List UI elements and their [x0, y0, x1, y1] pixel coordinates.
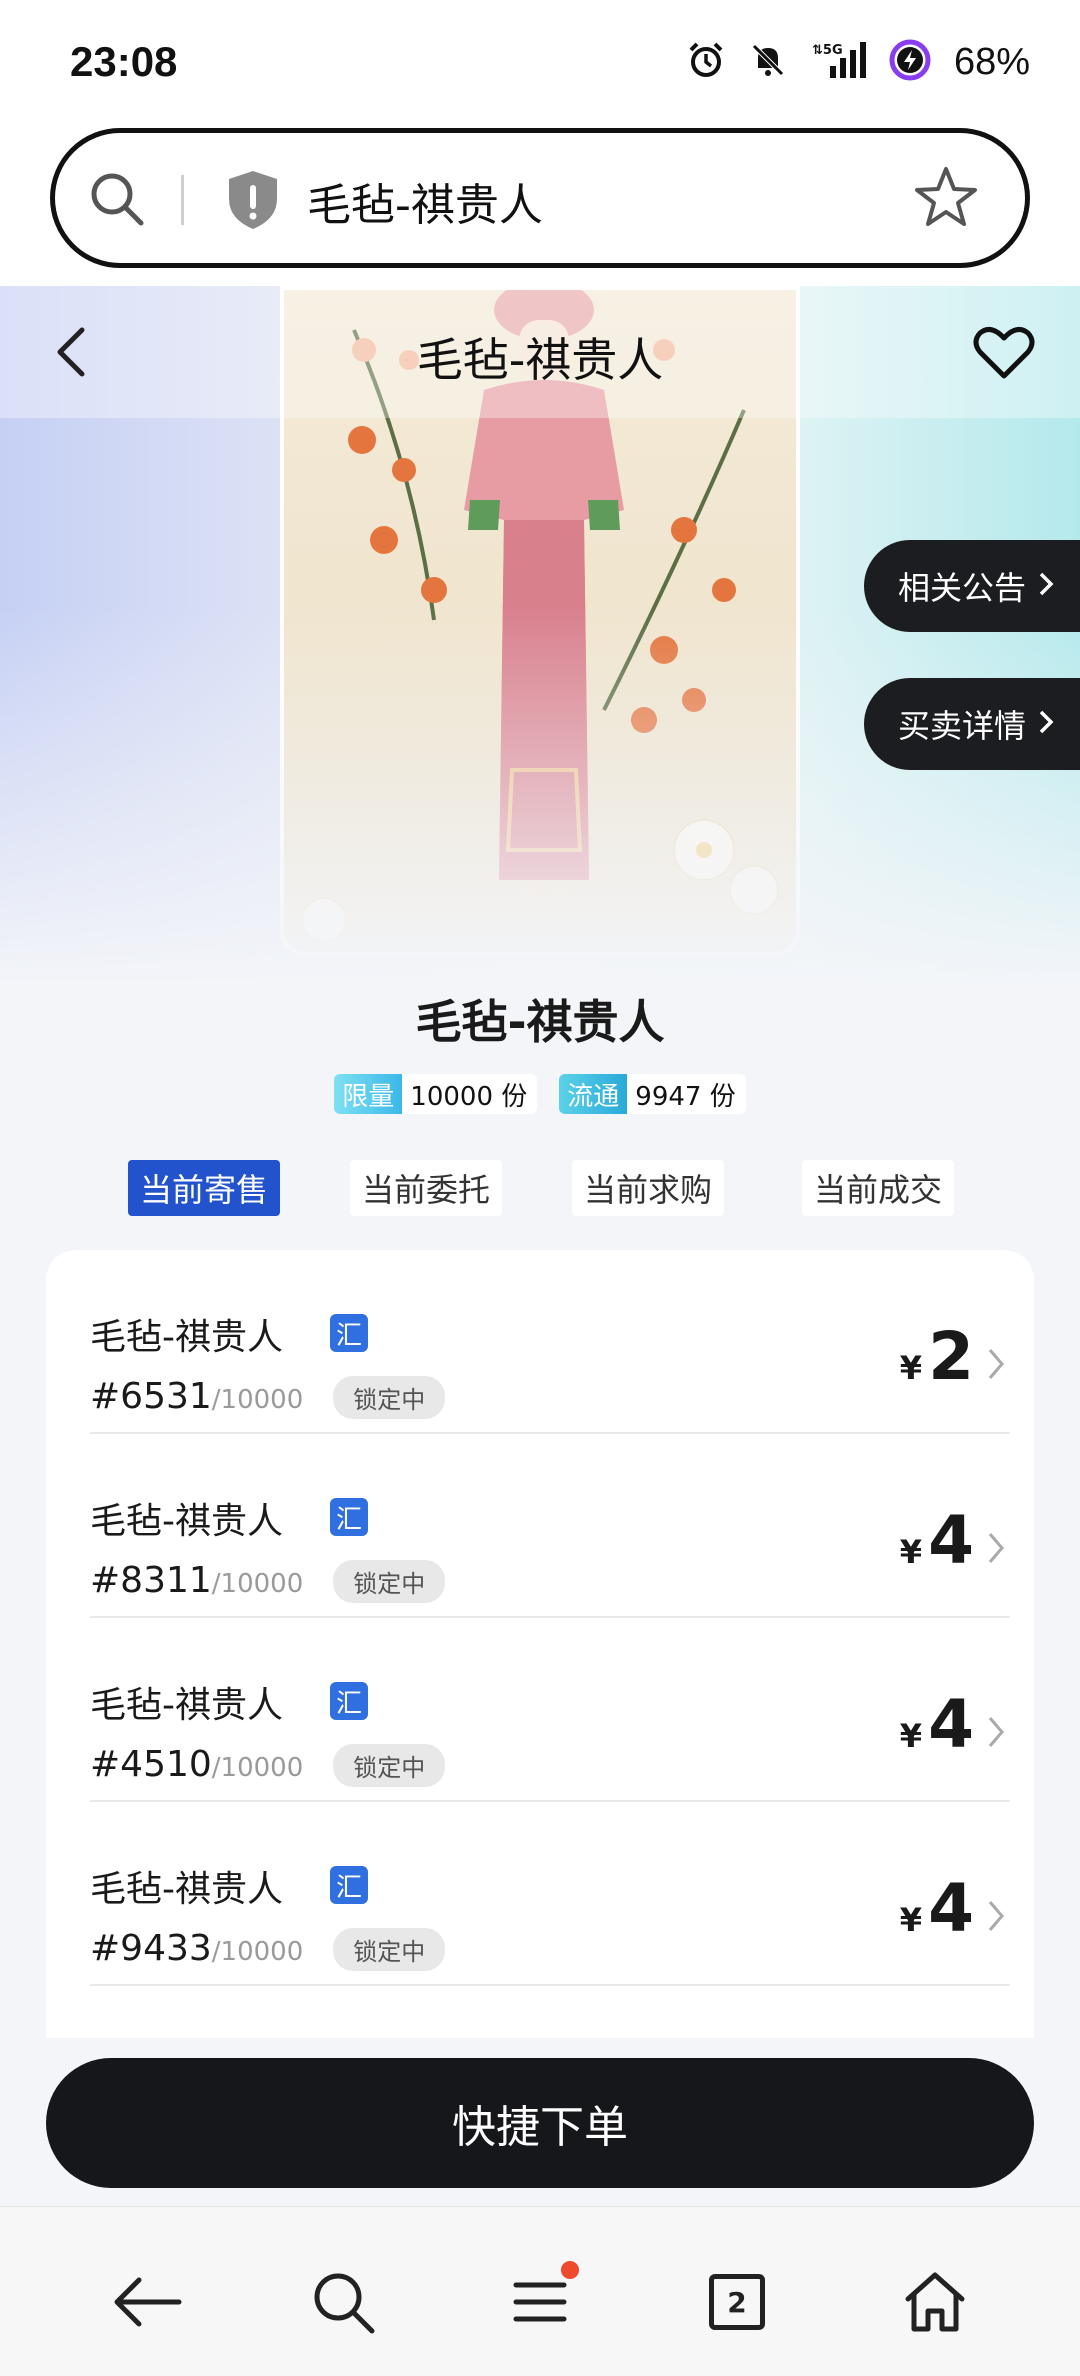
status-badge: 锁定中 [333, 1928, 446, 1971]
listing-badge: 汇 [330, 1314, 368, 1352]
trade-details-label: 买卖详情 [898, 707, 1027, 745]
currency-symbol: ¥ [899, 1533, 923, 1571]
status-badge: 锁定中 [333, 1560, 446, 1603]
list-item[interactable]: 毛毡-祺贵人 汇 #8311 /10000 锁定中 ¥ 4 [90, 1434, 1010, 1618]
status-badge: 锁定中 [333, 1376, 446, 1419]
quick-order-button[interactable]: 快捷下单 [46, 2058, 1034, 2188]
list-item[interactable]: 毛毡-祺贵人 汇 #9433 /10000 锁定中 ¥ 4 [90, 1802, 1010, 1986]
bell-off-icon [748, 40, 788, 84]
tabs-icon[interactable]: 2 [692, 2257, 782, 2347]
serial-number: #6531 [90, 1376, 212, 1417]
serial-total: /10000 [211, 1937, 304, 1967]
search-icon[interactable] [298, 2257, 388, 2347]
serial-total: /10000 [211, 1569, 304, 1599]
trade-details-button[interactable]: 买卖详情 [864, 678, 1080, 770]
alarm-icon [686, 40, 726, 84]
hero-fade [0, 606, 1080, 986]
tab-current-consignment[interactable]: 当前寄售 [128, 1160, 281, 1216]
listing-badge: 汇 [330, 1498, 368, 1536]
listing-tabs: 当前寄售 当前委托 当前求购 当前成交 [128, 1160, 958, 1216]
listing-name: 毛毡-祺贵人 [90, 1501, 283, 1542]
page-title: 毛毡-祺贵人 [416, 333, 664, 387]
home-icon[interactable] [890, 2257, 980, 2347]
address-title[interactable]: 毛毡-祺贵人 [307, 169, 543, 233]
listing-name: 毛毡-祺贵人 [90, 1317, 283, 1358]
browser-toolbar: 毛毡-祺贵人 [0, 120, 1080, 286]
battery-percent: 68% [953, 40, 1030, 83]
battery-charging-icon [888, 38, 932, 86]
currency-symbol: ¥ [899, 1717, 923, 1755]
signal-5g-icon: ⇅5G [810, 40, 866, 84]
listing-badge: 汇 [330, 1866, 368, 1904]
circulation-stat: 流通 9947 份 [559, 1074, 746, 1114]
listing-price: ¥ 2 [900, 1324, 974, 1390]
price-value: 4 [928, 1502, 974, 1579]
circulation-tag: 流通 [559, 1074, 628, 1114]
limit-stat: 限量 10000 份 [334, 1074, 538, 1114]
price-value: 2 [928, 1318, 974, 1395]
heart-icon[interactable] [972, 324, 1036, 386]
list-item[interactable]: 毛毡-祺贵人 汇 #6531 /10000 锁定中 ¥ 2 [90, 1250, 1010, 1434]
menu-icon[interactable] [495, 2257, 585, 2347]
listing-price: ¥ 4 [900, 1692, 974, 1758]
circulation-value: 9947 份 [635, 1081, 736, 1112]
listing-serial: #9433 /10000 锁定中 [90, 1928, 446, 1971]
status-time: 23:08 [70, 38, 178, 85]
listing-serial: #6531 /10000 锁定中 [90, 1376, 446, 1419]
listing-name: 毛毡-祺贵人 [90, 1869, 283, 1910]
listing-serial: #4510 /10000 锁定中 [90, 1744, 446, 1787]
serial-number: #8311 [90, 1560, 212, 1601]
svg-text:⇅5G: ⇅5G [812, 43, 843, 58]
status-badge: 锁定中 [333, 1744, 446, 1787]
browser-nav-bar: 2 [0, 2206, 1080, 2376]
listing-serial: #8311 /10000 锁定中 [90, 1560, 446, 1603]
listing-price: ¥ 4 [900, 1508, 974, 1574]
shield-warning-icon[interactable] [221, 167, 285, 237]
search-icon[interactable] [85, 167, 149, 235]
status-icons: ⇅5G 68% [686, 36, 1030, 88]
address-divider [181, 175, 184, 225]
chevron-right-icon [1038, 567, 1054, 605]
notification-dot [561, 2261, 579, 2279]
listing-list: 毛毡-祺贵人 汇 #6531 /10000 锁定中 ¥ 2 毛毡-祺贵人 汇 #… [46, 1250, 1034, 2050]
announcements-button[interactable]: 相关公告 [864, 540, 1080, 632]
address-bar[interactable]: 毛毡-祺贵人 [50, 128, 1030, 268]
item-stats: 限量 10000 份 流通 9947 份 [0, 1074, 1080, 1114]
hero-section: 毛毡-祺贵人 [0, 286, 1080, 986]
tab-current-commission[interactable]: 当前委托 [350, 1160, 503, 1216]
announcements-label: 相关公告 [898, 569, 1027, 607]
back-arrow-icon[interactable] [102, 2257, 192, 2347]
listing-name: 毛毡-祺贵人 [90, 1685, 283, 1726]
listing-price: ¥ 4 [900, 1876, 974, 1942]
tab-count: 2 [709, 2274, 765, 2330]
star-icon[interactable] [911, 163, 981, 237]
price-value: 4 [928, 1686, 974, 1763]
chevron-right-icon [986, 1346, 1006, 1386]
status-bar: 23:08 ⇅5G 68% [0, 0, 1080, 120]
list-item[interactable]: 毛毡-祺贵人 汇 #4510 /10000 锁定中 ¥ 4 [90, 1618, 1010, 1802]
tab-current-deals[interactable]: 当前成交 [802, 1160, 955, 1216]
listing-badge: 汇 [330, 1682, 368, 1720]
chevron-right-icon [986, 1714, 1006, 1754]
quick-order-area: 快捷下单 [0, 2038, 1080, 2206]
serial-number: #4510 [90, 1744, 212, 1785]
item-name: 毛毡-祺贵人 [415, 995, 665, 1049]
page-header: 毛毡-祺贵人 [0, 286, 1080, 418]
chevron-right-icon [986, 1898, 1006, 1938]
tab-current-wanted[interactable]: 当前求购 [572, 1160, 725, 1216]
price-value: 4 [928, 1870, 974, 1947]
chevron-right-icon [986, 1530, 1006, 1570]
serial-total: /10000 [211, 1753, 304, 1783]
chevron-right-icon [1038, 705, 1054, 743]
serial-total: /10000 [211, 1385, 304, 1415]
serial-number: #9433 [90, 1928, 212, 1969]
currency-symbol: ¥ [899, 1349, 923, 1387]
currency-symbol: ¥ [899, 1901, 923, 1939]
limit-value: 10000 份 [410, 1081, 528, 1112]
limit-tag: 限量 [334, 1074, 403, 1114]
